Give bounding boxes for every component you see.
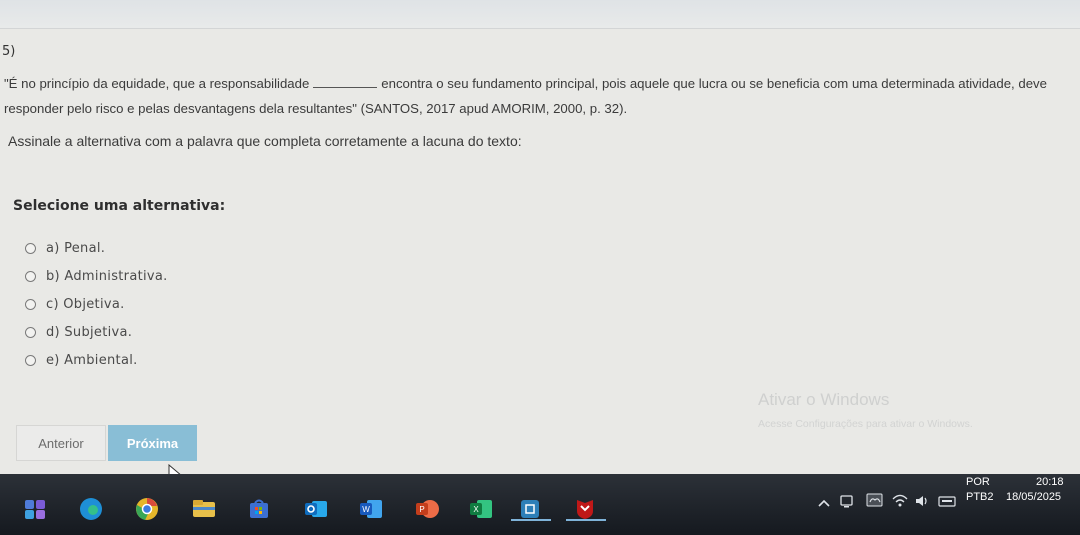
- file-explorer-icon[interactable]: [191, 496, 217, 522]
- clock-date[interactable]: 18/05/2025: [1006, 491, 1061, 503]
- radio-c[interactable]: [25, 298, 36, 310]
- wifi-icon[interactable]: [892, 494, 908, 511]
- meet-now-icon[interactable]: [840, 494, 856, 511]
- radio-d[interactable]: [25, 326, 36, 338]
- powerpoint-icon[interactable]: P: [414, 496, 440, 522]
- keyboard-icon[interactable]: [938, 494, 956, 511]
- clock-time[interactable]: 20:18: [1036, 476, 1064, 488]
- options-list: a) Penal. b) Administrativa. c) Objetiva…: [25, 234, 168, 374]
- active-app-indicator: [511, 519, 551, 521]
- language-indicator-bottom[interactable]: PTB2: [966, 491, 994, 503]
- active-app-indicator: [566, 519, 606, 521]
- chrome-icon[interactable]: [134, 496, 160, 522]
- option-c[interactable]: c) Objetiva.: [25, 290, 168, 318]
- question-instruction: Assinale a alternativa com a palavra que…: [8, 133, 522, 149]
- option-e[interactable]: e) Ambiental.: [25, 346, 168, 374]
- quote-part-1: "É no princípio da equidade, que a respo…: [4, 76, 310, 91]
- windows-taskbar: W P X POR PTB2 20:18 18/05/2025: [0, 474, 1080, 535]
- option-e-label[interactable]: e) Ambiental.: [46, 353, 138, 368]
- edge-icon[interactable]: [78, 496, 104, 522]
- question-quote: "É no princípio da equidade, que a respo…: [4, 71, 1074, 121]
- svg-text:W: W: [362, 505, 370, 514]
- radio-b[interactable]: [25, 270, 36, 282]
- quote-blank: [313, 77, 378, 88]
- select-alternative-title: Selecione uma alternativa:: [13, 198, 226, 214]
- svg-text:X: X: [473, 505, 479, 514]
- option-b[interactable]: b) Administrativa.: [25, 262, 168, 290]
- option-a-label[interactable]: a) Penal.: [46, 241, 105, 256]
- language-indicator-top[interactable]: POR: [966, 476, 990, 488]
- volume-icon[interactable]: [914, 494, 930, 511]
- next-button[interactable]: Próxima: [108, 425, 197, 461]
- activate-windows-watermark-subtitle: Acesse Configurações para ativar o Windo…: [758, 418, 973, 430]
- previous-button[interactable]: Anterior: [16, 425, 106, 461]
- option-d-label[interactable]: d) Subjetiva.: [46, 325, 132, 340]
- option-c-label[interactable]: c) Objetiva.: [46, 297, 125, 312]
- word-icon[interactable]: W: [358, 496, 384, 522]
- option-b-label[interactable]: b) Administrativa.: [46, 269, 168, 284]
- activate-windows-watermark-title: Ativar o Windows: [758, 390, 890, 409]
- option-a[interactable]: a) Penal.: [25, 234, 168, 262]
- browser-top-strip: [0, 0, 1080, 29]
- radio-e[interactable]: [25, 354, 36, 366]
- onedrive-icon[interactable]: [866, 492, 884, 511]
- app-icon[interactable]: [22, 496, 48, 522]
- option-d[interactable]: d) Subjetiva.: [25, 318, 168, 346]
- excel-icon[interactable]: X: [468, 496, 494, 522]
- outlook-icon[interactable]: [303, 496, 329, 522]
- radio-a[interactable]: [25, 242, 36, 254]
- svg-text:P: P: [419, 505, 424, 514]
- question-number: 5): [2, 44, 16, 59]
- store-icon[interactable]: [246, 496, 272, 522]
- chevron-up-icon[interactable]: [818, 498, 830, 511]
